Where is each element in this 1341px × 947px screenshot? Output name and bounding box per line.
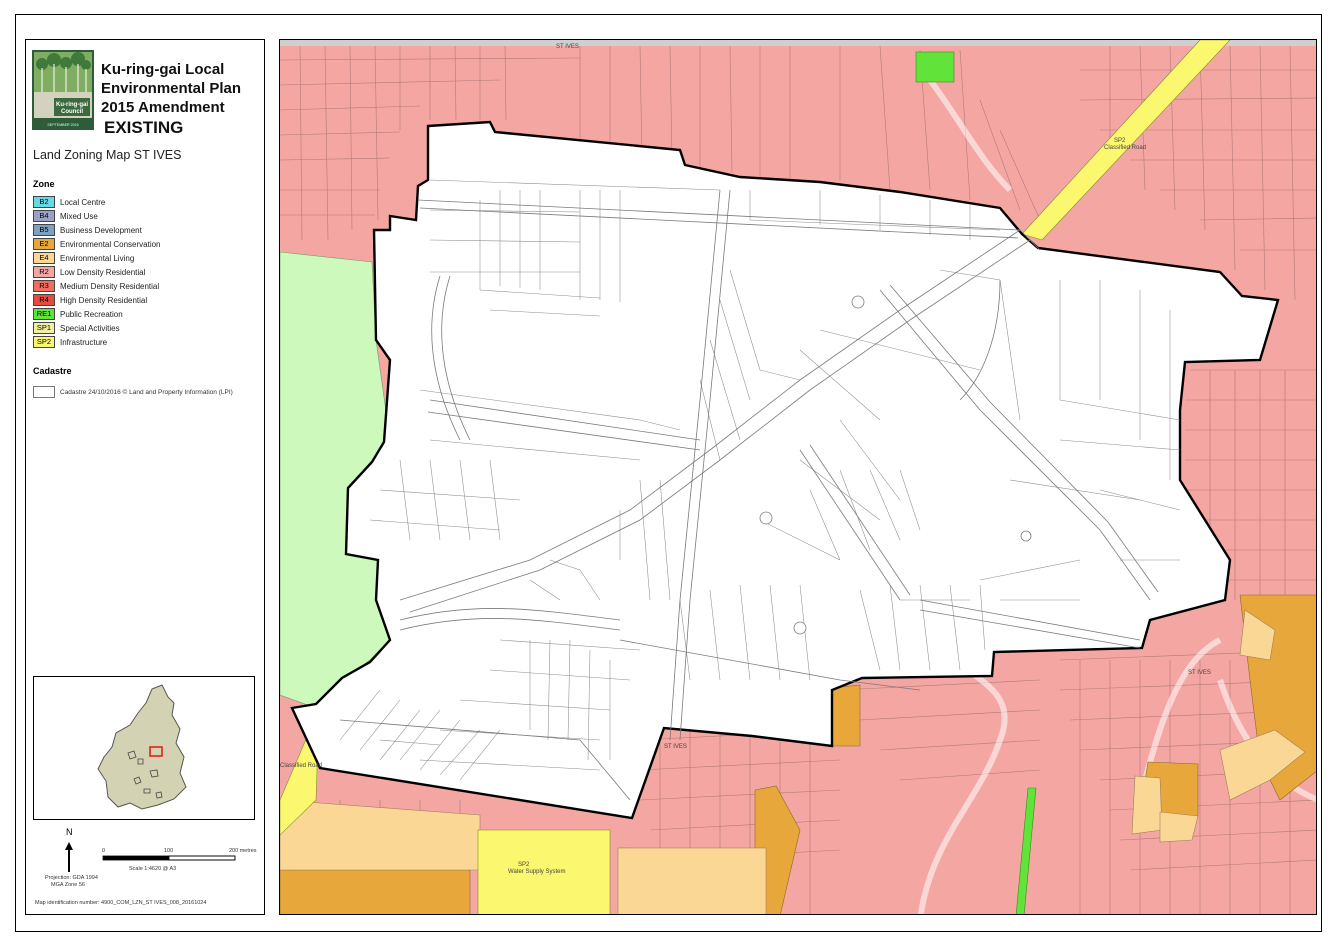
- zone-legend-row: B5 Business Development: [33, 224, 142, 236]
- map-title: Land Zoning Map ST IVES: [33, 148, 182, 162]
- label-suburb-right: ST IVES: [1188, 670, 1211, 676]
- scale-tick-100: 100: [164, 848, 174, 854]
- cadastre-heading: Cadastre: [33, 366, 72, 376]
- zone-legend-row: RE1 Public Recreation: [33, 308, 123, 320]
- projection-line2: MGA Zone 56: [51, 882, 85, 888]
- north-label: N: [66, 827, 73, 837]
- zoning-map-svg[interactable]: SP2 Classified Road Classified Road SP2 …: [280, 40, 1317, 915]
- logo-name-line1: Ku-ring-gai: [56, 102, 88, 108]
- plan-title-line3: 2015 Amendment: [101, 99, 225, 116]
- zone-swatch: B4: [33, 210, 55, 222]
- locality-inset-svg: [97, 684, 187, 810]
- zone-swatch: R4: [33, 294, 55, 306]
- cadastre-label: Cadastre 24/10/2016 © Land and Property …: [60, 388, 233, 396]
- map-identification: Map identification number: 4900_COM_LZN_…: [35, 900, 207, 906]
- scale-tick-0: 0: [102, 848, 106, 854]
- zone-legend-row: SP1 Special Activities: [33, 322, 120, 334]
- zone-legend-row: R4 High Density Residential: [33, 294, 147, 306]
- zone-heading: Zone: [33, 179, 55, 189]
- zone-legend-row: B4 Mixed Use: [33, 210, 98, 222]
- lga-outline: [97, 684, 187, 810]
- scale-tick-200: 200 metres: [229, 848, 257, 854]
- council-logo: Ku-ring-gai Council SEPTEMBER 2016: [32, 50, 94, 130]
- logo-tagline: SEPTEMBER 2016: [47, 123, 78, 127]
- zone-swatch: B5: [33, 224, 55, 236]
- zone-swatch: R3: [33, 280, 55, 292]
- label-suburb-top: ST IVES: [556, 44, 579, 50]
- zone-label: Environmental Living: [60, 253, 135, 263]
- cadastre-swatch: [33, 386, 55, 398]
- zoning-map[interactable]: SP2 Classified Road Classified Road SP2 …: [279, 39, 1317, 915]
- status-label: EXISTING: [104, 118, 184, 137]
- zone-swatch: E2: [33, 238, 55, 250]
- zone-label: Local Centre: [60, 197, 106, 207]
- zone-label: Infrastructure: [60, 337, 108, 347]
- locality-inset-map: [33, 676, 255, 820]
- zone-legend-row: E2 Environmental Conservation: [33, 238, 161, 250]
- zone-legend-row: SP2 Infrastructure: [33, 336, 107, 348]
- zone-swatch: B2: [33, 196, 55, 208]
- zone-label: Low Density Residential: [60, 267, 146, 277]
- zone-label: Medium Density Residential: [60, 281, 160, 291]
- zone-legend-row: E4 Environmental Living: [33, 252, 134, 264]
- zone-label: Mixed Use: [60, 211, 98, 221]
- zone-legend-row: B2 Local Centre: [33, 196, 105, 208]
- zone-legend-row: R3 Medium Density Residential: [33, 280, 159, 292]
- north-arrow-icon: [65, 842, 73, 872]
- scale-text: Scale 1:4620 @ A3: [129, 866, 177, 872]
- cadastre-legend-row: Cadastre 24/10/2016 © Land and Property …: [33, 386, 233, 398]
- plan-title: Ku-ring-gai Local Environmental Plan 201…: [101, 60, 261, 117]
- label-suburb-bottom: ST IVES: [664, 744, 687, 750]
- zone-swatch: E4: [33, 252, 55, 264]
- zone-swatch: SP1: [33, 322, 55, 334]
- zone-label: Business Development: [60, 225, 142, 235]
- zone-label: Special Activities: [60, 323, 120, 333]
- label-water-name: Water Supply System: [508, 869, 565, 875]
- logo-name-line2: Council: [61, 109, 83, 115]
- plan-title-line1: Ku-ring-gai Local: [101, 61, 225, 78]
- zone-swatch: R2: [33, 266, 55, 278]
- scale-block: N 0 100 200 metres Scale 1:4620 @ A3 Pro…: [33, 826, 257, 896]
- zone-swatch: RE1: [33, 308, 55, 320]
- projection-line1: Projection: GDA 1994: [45, 875, 98, 881]
- zone-re1-park-top: [915, 51, 955, 83]
- zone-label: Public Recreation: [60, 309, 123, 319]
- legend-panel: Ku-ring-gai Council SEPTEMBER 2016 Ku-ri…: [25, 39, 265, 915]
- label-water-sp2: SP2: [518, 862, 530, 868]
- zone-legend-row: R2 Low Density Residential: [33, 266, 145, 278]
- plan-title-line2: Environmental Plan: [101, 80, 242, 97]
- zone-label: Environmental Conservation: [60, 239, 161, 249]
- label-road-left: Classified Road: [280, 763, 322, 769]
- zone-label: High Density Residential: [60, 295, 148, 305]
- zone-swatch: SP2: [33, 336, 55, 348]
